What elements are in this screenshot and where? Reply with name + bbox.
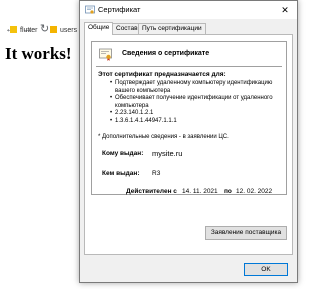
purpose-heading: Этот сертификат предназначается для: <box>98 71 226 78</box>
issued-by-label: Кем выдан: <box>102 170 140 177</box>
issuer-statement-button[interactable]: Заявление поставщика <box>205 226 287 240</box>
certificate-dialog: Сертификат ✕ Общие Состав Путь сертифика… <box>79 0 298 283</box>
tab-certification-path[interactable]: Путь сертификации <box>138 23 206 34</box>
footnote: * Дополнительные сведения - в заявлении … <box>98 134 229 140</box>
bookmark-users[interactable]: users <box>50 24 77 38</box>
certificate-icon <box>99 48 112 61</box>
page-heading: It works! <box>5 44 72 63</box>
certificate-icon <box>85 5 95 14</box>
info-title: Сведения о сертификате <box>122 50 210 57</box>
reload-icon[interactable]: ↻ <box>40 20 49 38</box>
issued-to-label: Кому выдан: <box>102 150 144 157</box>
bookmark-label: flutter <box>20 27 38 34</box>
bookmark-flutter[interactable]: flutter <box>10 24 38 38</box>
dialog-title: Сертификат <box>98 5 141 14</box>
purpose-item: Обеспечивает получение идентификации от … <box>110 95 282 110</box>
valid-to-label: по <box>224 188 232 195</box>
divider <box>96 66 282 67</box>
issued-to-value: mysite.ru <box>152 149 183 158</box>
valid-to-value: 12. 02. 2022 <box>236 188 273 195</box>
ok-button[interactable]: OK <box>244 263 288 276</box>
dialog-titlebar: Сертификат ✕ <box>80 1 297 19</box>
purpose-item: Подтверждает удаленному компьютеру идент… <box>110 80 282 95</box>
tab-general[interactable]: Общие <box>84 22 114 35</box>
certificate-info-box: Сведения о сертификате Этот сертификат п… <box>91 41 287 195</box>
folder-icon <box>10 26 17 33</box>
purpose-item: 2.23.140.1.2.1 <box>110 110 282 118</box>
close-button[interactable]: ✕ <box>273 1 297 19</box>
bookmark-icon <box>50 26 57 33</box>
valid-from-label: Действителен с <box>126 188 177 195</box>
valid-from-value: 14. 11. 2021 <box>182 188 218 195</box>
purpose-list: Подтверждает удаленному компьютеру идент… <box>110 80 282 125</box>
issued-by-value: R3 <box>152 170 161 177</box>
purpose-item: 1.3.6.1.4.1.44947.1.1.1 <box>110 118 282 126</box>
general-tab-panel: Сведения о сертификате Этот сертификат п… <box>84 34 293 255</box>
bookmark-label: users <box>60 27 78 34</box>
